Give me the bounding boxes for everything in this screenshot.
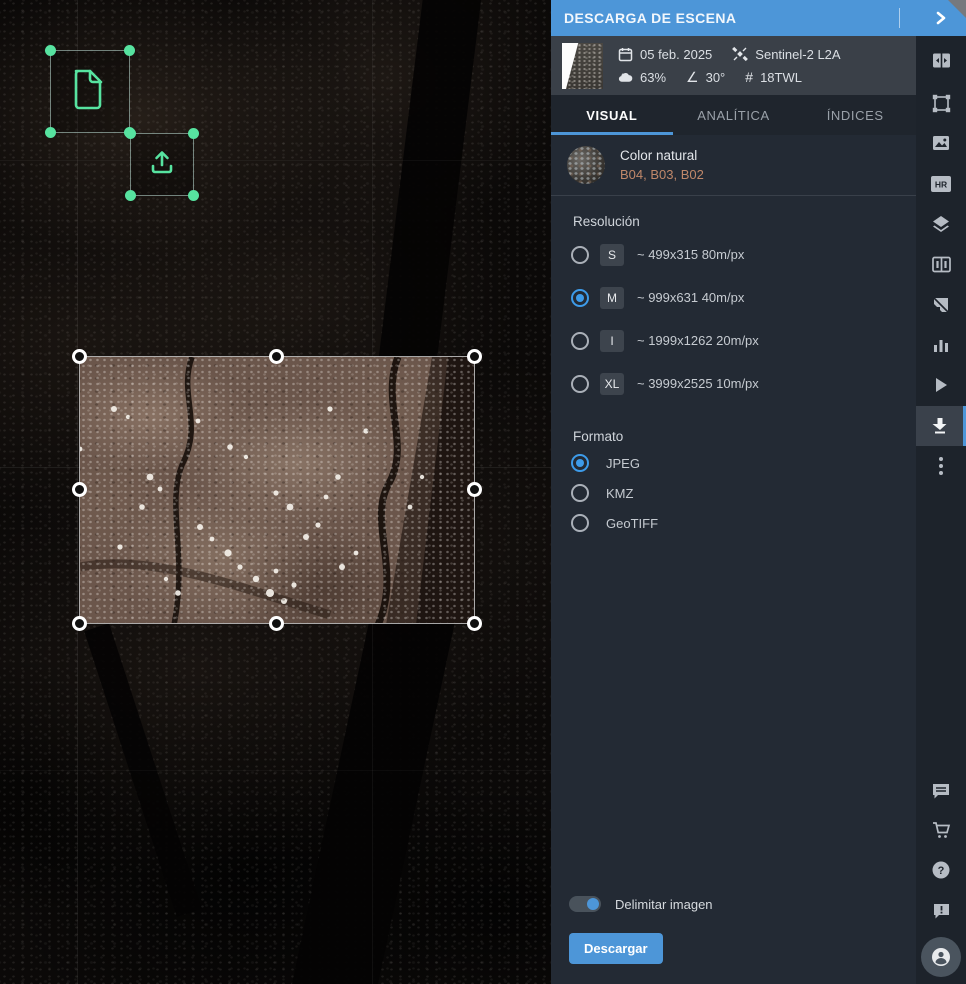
selection-handle-w[interactable] <box>72 482 87 497</box>
selection-handle-sw[interactable] <box>72 616 87 631</box>
selection-handle-nw[interactable] <box>72 349 87 364</box>
clip-image-toggle-row[interactable]: Delimitar imagen <box>569 896 916 912</box>
map-grid-line <box>0 770 551 771</box>
more-options-icon[interactable] <box>916 446 966 486</box>
marker-handle[interactable] <box>188 128 199 139</box>
scene-info-bar: 05 feb. 2025 Sentinel-2 L2A <box>551 36 916 95</box>
angle-icon: ∠ <box>686 70 699 84</box>
help-icon[interactable]: ? <box>916 850 966 890</box>
right-toolbar: HR ? <box>916 0 966 984</box>
visualization-thumbnail <box>567 146 605 184</box>
area-select-icon[interactable] <box>916 83 966 123</box>
format-option-jpeg[interactable]: JPEG <box>551 448 916 478</box>
resolution-badge: XL <box>600 373 624 395</box>
scene-preview <box>80 357 474 623</box>
scene-thumbnail <box>562 43 603 89</box>
panel-header: DESCARGA DE ESCENA <box>551 0 966 36</box>
panel-tabs: VISUAL ANALÍTICA ÍNDICES <box>551 95 916 135</box>
map-grid-line <box>0 160 551 161</box>
download-icon[interactable] <box>916 406 966 446</box>
scene-preview-noise <box>80 357 474 623</box>
selection-handle-e[interactable] <box>467 482 482 497</box>
selection-handle-se[interactable] <box>467 616 482 631</box>
clip-image-label: Delimitar imagen <box>615 897 713 912</box>
histogram-icon[interactable] <box>916 325 966 365</box>
panel-spacer <box>551 538 916 896</box>
visualization-row[interactable]: Color natural B04, B03, B02 <box>551 135 916 196</box>
download-panel: 05 feb. 2025 Sentinel-2 L2A <box>551 0 916 984</box>
visualization-name: Color natural <box>620 148 704 163</box>
satellite-map[interactable] <box>0 0 551 984</box>
selection-handle-n[interactable] <box>269 349 284 364</box>
panel-title: DESCARGA DE ESCENA <box>551 10 736 26</box>
resolution-badge: M <box>600 287 624 309</box>
scene-tile-id: # 18TWL <box>745 70 802 85</box>
selection-handle-ne[interactable] <box>467 349 482 364</box>
download-button[interactable]: Descargar <box>569 933 663 964</box>
scene-date: 05 feb. 2025 <box>617 46 712 62</box>
radio-unchecked[interactable] <box>571 484 589 502</box>
resolution-label: Resolución <box>551 196 916 233</box>
radio-unchecked[interactable] <box>571 246 589 264</box>
cloud-icon <box>617 69 633 85</box>
scene-satellite: Sentinel-2 L2A <box>732 46 840 62</box>
user-account-icon[interactable] <box>921 937 961 977</box>
upload-icon <box>146 146 178 183</box>
format-label: Formato <box>551 405 916 448</box>
svg-text:HR: HR <box>935 180 947 190</box>
resolution-badge: S <box>600 244 624 266</box>
download-area-selection[interactable] <box>79 356 475 624</box>
radio-checked[interactable] <box>571 289 589 307</box>
marker-handle[interactable] <box>124 45 135 56</box>
radio-unchecked[interactable] <box>571 375 589 393</box>
app-window: 05 feb. 2025 Sentinel-2 L2A <box>0 0 966 984</box>
visualization-bands: B04, B03, B02 <box>620 167 704 182</box>
commercial-data-icon[interactable] <box>916 285 966 325</box>
toggle-knob <box>587 898 599 910</box>
svg-text:?: ? <box>938 865 945 877</box>
tab-analitica[interactable]: ANALÍTICA <box>673 95 795 135</box>
selection-handle-s[interactable] <box>269 616 284 631</box>
satellite-icon <box>732 46 748 62</box>
hr-badge-icon[interactable]: HR <box>916 164 966 204</box>
resolution-option-m[interactable]: M ~ 999x631 40m/px <box>551 276 916 319</box>
cart-icon[interactable] <box>916 810 966 850</box>
play-icon[interactable] <box>916 365 966 405</box>
header-divider <box>899 8 900 28</box>
radio-unchecked[interactable] <box>571 332 589 350</box>
upload-marker[interactable] <box>130 133 194 196</box>
marker-handle[interactable] <box>125 190 136 201</box>
resolution-option-i[interactable]: I ~ 1999x1262 20m/px <box>551 319 916 362</box>
layers-icon[interactable] <box>916 204 966 244</box>
tab-indices[interactable]: ÍNDICES <box>794 95 916 135</box>
compare-icon[interactable] <box>916 40 966 80</box>
marker-handle[interactable] <box>45 45 56 56</box>
marker-handle[interactable] <box>125 128 136 139</box>
panel-footer: Delimitar imagen Descargar <box>551 896 916 984</box>
format-option-geotiff[interactable]: GeoTIFF <box>551 508 916 538</box>
feedback-icon[interactable] <box>916 891 966 931</box>
file-icon <box>71 66 109 117</box>
image-gallery-icon[interactable] <box>916 123 966 163</box>
tab-visual[interactable]: VISUAL <box>551 95 673 135</box>
format-option-kmz[interactable]: KMZ <box>551 478 916 508</box>
tab-content-visual: Color natural B04, B03, B02 Resolución S… <box>551 135 916 984</box>
resolution-badge: I <box>600 330 624 352</box>
radio-checked[interactable] <box>571 454 589 472</box>
comments-icon[interactable] <box>916 771 966 811</box>
file-marker[interactable] <box>50 50 130 133</box>
tile-grid-icon: # <box>745 70 753 84</box>
window-corner-notch <box>948 0 966 18</box>
marker-handle[interactable] <box>188 190 199 201</box>
calendar-icon <box>617 46 633 62</box>
resolution-option-xl[interactable]: XL ~ 3999x2525 10m/px <box>551 362 916 405</box>
radio-unchecked[interactable] <box>571 514 589 532</box>
scene-cloud-coverage: 63% <box>617 69 666 85</box>
marker-handle[interactable] <box>45 127 56 138</box>
resolution-option-s[interactable]: S ~ 499x315 80m/px <box>551 233 916 276</box>
split-view-icon[interactable] <box>916 244 966 284</box>
clip-image-toggle[interactable] <box>569 896 601 912</box>
scene-sun-elevation: ∠ 30° <box>686 70 725 85</box>
